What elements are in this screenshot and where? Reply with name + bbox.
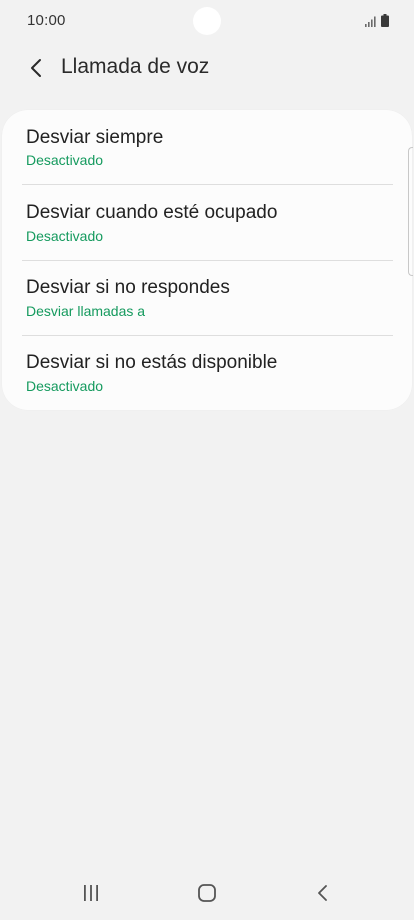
list-item-desviar-ocupado[interactable]: Desviar cuando esté ocupado Desactivado — [2, 185, 412, 260]
list-item-title: Desviar cuando esté ocupado — [26, 202, 278, 223]
page-title: Llamada de voz — [61, 55, 210, 78]
back-button[interactable] — [20, 52, 52, 84]
recents-icon — [84, 885, 98, 901]
scrollbar[interactable] — [408, 147, 413, 276]
list-item-title: Desviar si no estás disponible — [26, 352, 278, 373]
status-bar: 10:00 — [0, 0, 414, 42]
list-item-title: Desviar si no respondes — [26, 277, 230, 298]
status-icons — [365, 13, 389, 27]
battery-icon — [381, 14, 389, 27]
app-header: Llamada de voz — [0, 48, 414, 88]
nav-back-button[interactable] — [301, 878, 345, 908]
status-time: 10:00 — [27, 12, 66, 29]
back-icon — [318, 885, 327, 901]
recents-button[interactable] — [69, 878, 113, 908]
list-item-status: Desactivado — [26, 378, 104, 394]
list-item-status: Desactivado — [26, 228, 104, 244]
list-item-status: Desviar llamadas a — [26, 303, 146, 319]
home-button[interactable] — [185, 878, 229, 908]
list-item-desviar-no-respondes[interactable]: Desviar si no respondes Desviar llamadas… — [2, 261, 412, 336]
signal-icon — [365, 16, 376, 27]
home-icon — [198, 884, 216, 902]
screen: 10:00 Llamada de voz Desviar siempre Des… — [0, 0, 414, 920]
chevron-left-icon — [31, 59, 41, 77]
list-item-title: Desviar siempre — [26, 127, 164, 148]
navigation-bar — [0, 866, 414, 920]
camera-cutout — [193, 7, 221, 35]
call-forwarding-list: Desviar siempre Desactivado Desviar cuan… — [2, 110, 412, 410]
list-item-status: Desactivado — [26, 152, 104, 168]
list-item-desviar-siempre[interactable]: Desviar siempre Desactivado — [2, 110, 412, 185]
list-item-desviar-no-disponible[interactable]: Desviar si no estás disponible Desactiva… — [2, 336, 412, 411]
